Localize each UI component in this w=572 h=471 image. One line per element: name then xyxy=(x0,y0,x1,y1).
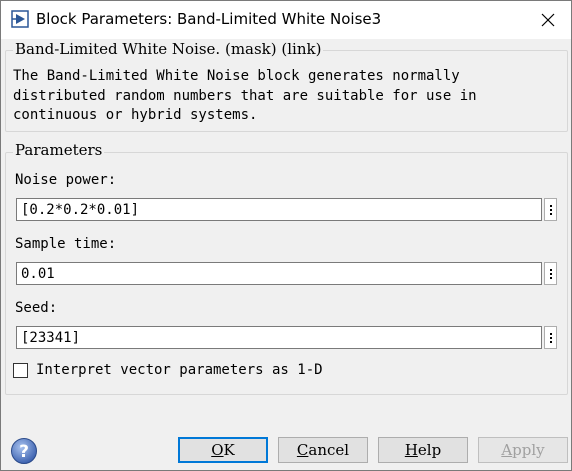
mask-description: The Band-Limited White Noise block gener… xyxy=(13,68,477,123)
svg-text:?: ? xyxy=(19,442,29,462)
ok-button[interactable]: OK xyxy=(178,437,268,463)
vertical-dots-icon xyxy=(549,268,552,279)
noise-power-field[interactable] xyxy=(16,198,542,221)
title-bar[interactable]: Block Parameters: Band-Limited White Noi… xyxy=(1,1,571,39)
noise-power-menu-button[interactable] xyxy=(544,198,557,221)
close-icon xyxy=(541,13,555,27)
seed-menu-button[interactable] xyxy=(544,326,557,349)
apply-label-rest: pply xyxy=(512,441,545,459)
mask-title: Band-Limited White Noise. (mask) (link) xyxy=(13,40,324,58)
help-mnemonic: H xyxy=(404,441,418,459)
help-button[interactable]: Help xyxy=(378,437,468,463)
cancel-mnemonic: C xyxy=(296,441,309,459)
ok-mnemonic: O xyxy=(211,441,224,459)
apply-button[interactable]: Apply xyxy=(478,437,568,463)
noise-power-label: Noise power: xyxy=(15,172,117,188)
parameters-title: Parameters xyxy=(13,141,105,159)
cancel-label-rest: ancel xyxy=(308,441,350,459)
interpret-vector-label[interactable]: Interpret vector parameters as 1-D xyxy=(36,362,323,378)
help-label-rest: elp xyxy=(417,441,442,459)
sample-time-field[interactable] xyxy=(16,262,542,285)
cancel-button[interactable]: Cancel xyxy=(278,437,368,463)
apply-mnemonic: A xyxy=(501,441,513,459)
vertical-dots-icon xyxy=(549,204,552,215)
sample-time-input[interactable] xyxy=(17,263,541,285)
simulink-block-icon xyxy=(11,10,29,28)
close-button[interactable] xyxy=(525,1,571,39)
sample-time-label: Sample time: xyxy=(15,236,117,252)
vertical-dots-icon xyxy=(549,332,552,343)
block-parameters-dialog: Block Parameters: Band-Limited White Noi… xyxy=(0,0,572,471)
help-question-icon[interactable]: ? xyxy=(10,437,38,465)
window-title: Block Parameters: Band-Limited White Noi… xyxy=(36,10,382,28)
seed-input[interactable] xyxy=(17,327,541,349)
seed-label: Seed: xyxy=(15,300,58,316)
interpret-vector-checkbox[interactable] xyxy=(13,363,28,378)
seed-field[interactable] xyxy=(16,326,542,349)
noise-power-input[interactable] xyxy=(17,199,541,221)
ok-label-rest: K xyxy=(223,441,235,459)
sample-time-menu-button[interactable] xyxy=(544,262,557,285)
